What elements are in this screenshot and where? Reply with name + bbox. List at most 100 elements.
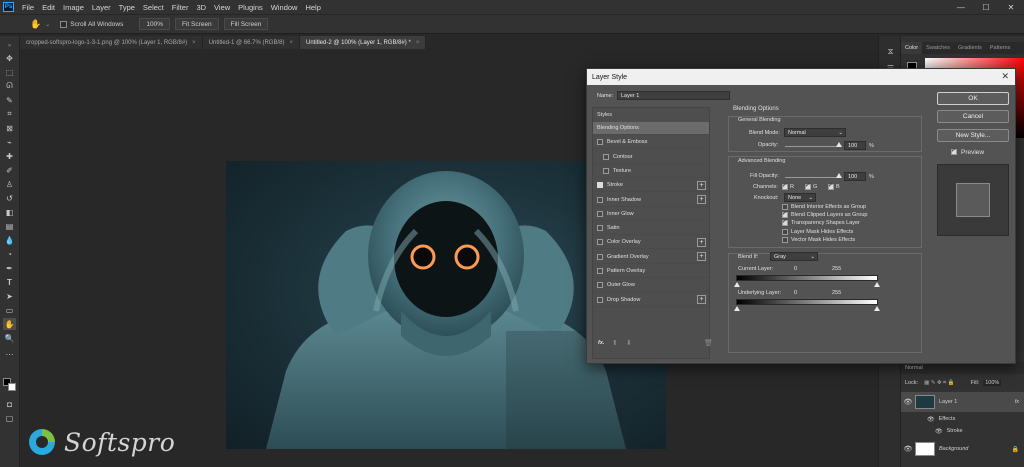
style-checkbox[interactable] — [603, 167, 609, 174]
menu-file[interactable]: File — [18, 3, 38, 12]
scroll-all-windows-option[interactable]: Scroll All Windows — [60, 20, 123, 28]
move-tool-icon[interactable]: ✥ — [3, 52, 16, 64]
layer-name[interactable]: Layer 1 — [939, 399, 957, 405]
style-item[interactable]: Inner Shadow + — [593, 194, 709, 207]
move-up-icon[interactable]: ⬆ — [612, 339, 618, 347]
style-checkbox[interactable] — [597, 282, 603, 289]
chevron-down-icon[interactable]: ⌄ — [45, 21, 50, 28]
gradient-tool-icon[interactable]: ▤ — [3, 220, 16, 232]
new-style-button[interactable]: New Style... — [937, 129, 1009, 142]
add-effect-icon[interactable]: + — [697, 195, 706, 204]
fill-opacity-input[interactable]: 100 — [844, 172, 866, 181]
advanced-option-checkbox[interactable] — [782, 210, 788, 219]
eyedropper-tool-icon[interactable]: ⌁ — [3, 136, 16, 148]
crop-tool-icon[interactable]: ⌗ — [3, 108, 16, 120]
style-item[interactable]: Inner Glow — [593, 208, 709, 221]
style-item[interactable]: Stroke + — [593, 179, 709, 193]
style-item[interactable]: Contour — [593, 151, 709, 164]
menu-view[interactable]: View — [210, 3, 234, 12]
add-effect-icon[interactable]: + — [697, 295, 706, 305]
document-tab-active[interactable]: Untitled-2 @ 100% (Layer 1, RGB/8#) * × — [300, 36, 427, 49]
more-tools-icon[interactable]: ⋯ — [3, 348, 16, 360]
document-tab[interactable]: cropped-softspro-logo-1-3-1.png @ 100% (… — [20, 36, 203, 49]
history-panel-icon[interactable]: ⧖ — [884, 46, 897, 58]
brush-tool-icon[interactable]: ✐ — [3, 164, 16, 176]
style-item[interactable]: Color Overlay + — [593, 236, 709, 250]
scroll-all-windows-checkbox[interactable] — [60, 20, 68, 28]
style-item[interactable]: Blending Options — [593, 122, 709, 135]
channel-g-checkbox[interactable] — [805, 182, 811, 190]
advanced-option-checkbox[interactable] — [782, 218, 788, 227]
rectangle-tool-icon[interactable]: ▭ — [3, 304, 16, 316]
marquee-tool-icon[interactable]: ⬚ — [3, 66, 16, 78]
menu-help[interactable]: Help — [301, 3, 324, 12]
eye-icon[interactable]: 👁 — [935, 428, 943, 435]
blur-tool-icon[interactable]: 💧 — [3, 234, 16, 246]
style-item[interactable]: Satin — [593, 222, 709, 236]
channel-r-checkbox[interactable] — [782, 182, 788, 190]
style-checkbox[interactable] — [597, 225, 603, 232]
close-icon[interactable]: ✕ — [1001, 71, 1009, 82]
fill-value[interactable]: 100% — [983, 380, 1002, 386]
fill-opacity-slider-thumb[interactable] — [836, 173, 842, 178]
history-brush-tool-icon[interactable]: ↺ — [3, 192, 16, 204]
advanced-option-checkbox[interactable] — [782, 228, 788, 235]
menu-window[interactable]: Window — [267, 3, 302, 12]
background-color-swatch[interactable] — [8, 383, 16, 391]
pen-tool-icon[interactable]: ✒ — [3, 262, 16, 274]
frame-tool-icon[interactable]: ⊠ — [3, 122, 16, 134]
style-checkbox[interactable] — [597, 239, 603, 246]
underlying-layer-white-thumb[interactable] — [874, 306, 880, 311]
style-item[interactable]: Drop Shadow + — [593, 294, 709, 307]
zoom-100-button[interactable]: 100% — [139, 18, 170, 30]
tab-swatches[interactable]: Swatches — [922, 42, 954, 54]
tab-color[interactable]: Color — [901, 42, 923, 54]
fit-screen-button[interactable]: Fit Screen — [174, 18, 219, 30]
close-tab-icon[interactable]: × — [192, 40, 196, 46]
menu-edit[interactable]: Edit — [38, 3, 59, 12]
close-tab-icon[interactable]: × — [416, 40, 420, 46]
advanced-option-checkbox[interactable] — [782, 204, 788, 210]
lasso-tool-icon[interactable]: ᘏ — [3, 80, 16, 92]
layer-row[interactable]: 👁 Background 🔒 — [901, 439, 1024, 459]
eraser-tool-icon[interactable]: ◧ — [3, 206, 16, 218]
zoom-tool-icon[interactable]: 🔍 — [3, 332, 16, 344]
menu-plugins[interactable]: Plugins — [234, 3, 267, 12]
dodge-tool-icon[interactable]: ◔ — [3, 248, 16, 260]
opacity-input[interactable]: 100 — [844, 141, 866, 150]
layer-row[interactable]: 👁 Layer 1 fx — [901, 392, 1024, 412]
style-item[interactable]: Gradient Overlay + — [593, 251, 709, 264]
menu-type[interactable]: Type — [115, 3, 139, 12]
layer-effects-row[interactable]: 👁 Effects — [901, 414, 1024, 424]
style-item[interactable]: Bevel & Emboss — [593, 136, 709, 150]
fill-screen-button[interactable]: Fill Screen — [223, 18, 269, 30]
opacity-slider-thumb[interactable] — [836, 142, 842, 147]
quick-selection-tool-icon[interactable]: ✎ — [3, 94, 16, 106]
trash-icon[interactable]: 🗑 — [704, 339, 713, 347]
tab-gradients[interactable]: Gradients — [954, 42, 986, 54]
eye-icon[interactable]: 👁 — [901, 445, 915, 453]
type-tool-icon[interactable]: T — [3, 276, 16, 288]
healing-brush-tool-icon[interactable]: ✚ — [3, 150, 16, 162]
close-window-button[interactable]: ✕ — [1000, 0, 1022, 14]
style-checkbox[interactable] — [603, 153, 609, 160]
menu-select[interactable]: Select — [139, 3, 168, 12]
blend-mode-select[interactable]: Normal ⌄ — [784, 128, 846, 137]
document-tab[interactable]: Untitled-1 @ 66.7% (RGB/8) × — [202, 36, 300, 49]
lock-icon[interactable]: ▦ ✎ ✥ ⌗ 🔒 — [924, 380, 954, 387]
style-checkbox[interactable] — [597, 196, 603, 203]
ok-button[interactable]: OK — [937, 92, 1009, 105]
eye-icon[interactable]: 👁 — [901, 398, 915, 406]
style-checkbox[interactable] — [597, 253, 603, 260]
menu-image[interactable]: Image — [59, 3, 88, 12]
collapse-icon[interactable]: » — [3, 40, 16, 52]
move-down-icon[interactable]: ⬇ — [626, 339, 632, 347]
add-effect-icon[interactable]: + — [697, 237, 706, 247]
hand-tool-icon[interactable]: ✋ — [30, 19, 41, 30]
maximize-button[interactable]: ☐ — [975, 0, 997, 14]
quick-mask-icon[interactable]: ◘ — [3, 398, 16, 410]
hand-tool-icon[interactable]: ✋ — [3, 318, 16, 330]
eye-icon[interactable]: 👁 — [927, 416, 935, 423]
minimize-button[interactable]: — — [950, 0, 972, 14]
menu-3d[interactable]: 3D — [192, 3, 210, 12]
